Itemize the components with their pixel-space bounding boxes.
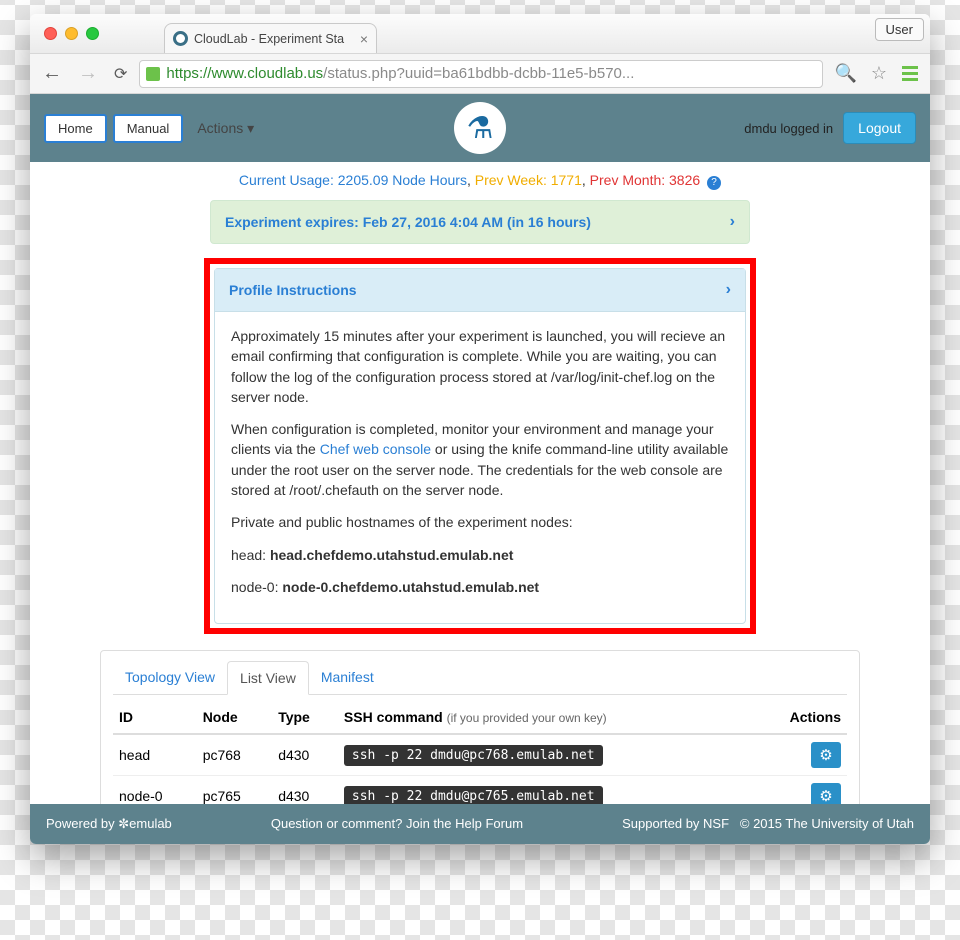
window-controls <box>44 27 99 40</box>
actions-dropdown[interactable]: Actions ▾ <box>197 120 254 137</box>
back-icon[interactable]: ← <box>38 62 66 85</box>
url-host: ://www.cloudlab.us <box>199 65 323 82</box>
flask-icon: ⚗ <box>467 111 494 146</box>
close-icon[interactable] <box>44 27 57 40</box>
user-button[interactable]: User <box>875 18 924 41</box>
search-icon[interactable]: 🔍 <box>831 63 859 84</box>
tab-manifest[interactable]: Manifest <box>309 661 386 694</box>
app-logo[interactable]: ⚗ <box>454 102 506 154</box>
browser-toolbar: ← → ⟳ https ://www.cloudlab.us /status.p… <box>30 54 930 94</box>
node-list-pane: Topology View List View Manifest ID Node… <box>100 650 860 804</box>
instructions-head-host: head: head.chefdemo.utahstud.emulab.net <box>231 545 729 565</box>
view-tabs: Topology View List View Manifest <box>113 661 847 695</box>
footer-support: Supported by NSF © 2015 The University o… <box>622 816 914 832</box>
browser-tab[interactable]: CloudLab - Experiment Sta × <box>164 23 377 53</box>
gear-icon[interactable]: ⚙ <box>811 742 841 768</box>
ssh-command[interactable]: ssh -p 22 dmdu@pc765.emulab.net <box>344 786 603 804</box>
chef-console-link[interactable]: Chef web console <box>320 441 431 457</box>
col-actions: Actions <box>752 701 847 734</box>
table-row: node-0 pc765 d430 ssh -p 22 dmdu@pc765.e… <box>113 776 847 804</box>
app-header: Home Manual Actions ▾ ⚗ dmdu logged in L… <box>30 94 930 162</box>
usage-prefix: Current Usage: <box>239 172 338 188</box>
instructions-p2: When configuration is completed, monitor… <box>231 419 729 500</box>
chevron-right-icon: › <box>726 281 731 299</box>
instructions-title: Profile Instructions <box>229 282 357 298</box>
forward-icon: → <box>74 62 102 85</box>
browser-window: CloudLab - Experiment Sta × User ← → ⟳ h… <box>30 14 930 844</box>
logged-in-text: dmdu logged in <box>744 121 833 136</box>
tab-list[interactable]: List View <box>227 661 309 695</box>
col-id: ID <box>113 701 197 734</box>
instructions-p1: Approximately 15 minutes after your expe… <box>231 326 729 407</box>
url-bar[interactable]: https ://www.cloudlab.us /status.php?uui… <box>139 60 823 88</box>
footer-powered[interactable]: Powered by ✼emulab <box>46 816 172 832</box>
minimize-icon[interactable] <box>65 27 78 40</box>
col-type: Type <box>272 701 338 734</box>
highlight-box: Profile Instructions › Approximately 15 … <box>204 258 756 634</box>
zoom-icon[interactable] <box>86 27 99 40</box>
app-footer: Powered by ✼emulab Question or comment? … <box>30 804 930 844</box>
tab-title: CloudLab - Experiment Sta <box>194 32 344 46</box>
menu-icon[interactable] <box>898 66 922 81</box>
reload-icon[interactable]: ⟳ <box>110 64 131 84</box>
instructions-panel: Profile Instructions › Approximately 15 … <box>214 268 746 624</box>
instructions-body: Approximately 15 minutes after your expe… <box>215 312 745 623</box>
lock-icon <box>146 67 160 81</box>
tab-topology[interactable]: Topology View <box>113 661 227 694</box>
home-button[interactable]: Home <box>44 114 107 143</box>
url-scheme: https <box>166 65 199 82</box>
manual-button[interactable]: Manual <box>113 114 184 143</box>
table-row: head pc768 d430 ssh -p 22 dmdu@pc768.emu… <box>113 734 847 776</box>
usage-week: Prev Week: 1771 <box>475 172 582 188</box>
chevron-right-icon: › <box>730 213 735 231</box>
usage-month: Prev Month: 3826 <box>590 172 701 188</box>
usage-hours[interactable]: 2205.09 Node Hours <box>338 172 467 188</box>
titlebar: CloudLab - Experiment Sta × User <box>30 14 930 54</box>
url-path: /status.php?uuid=ba61bdbb-dcbb-11e5-b570… <box>323 65 634 82</box>
footer-question[interactable]: Question or comment? Join the Help Forum <box>271 816 523 832</box>
expire-text: Experiment expires: Feb 27, 2016 4:04 AM… <box>225 214 591 230</box>
expire-panel[interactable]: Experiment expires: Feb 27, 2016 4:04 AM… <box>210 200 750 244</box>
favicon-icon <box>173 31 188 46</box>
ssh-command[interactable]: ssh -p 22 dmdu@pc768.emulab.net <box>344 745 603 766</box>
usage-summary: Current Usage: 2205.09 Node Hours, Prev … <box>30 168 930 200</box>
node-table: ID Node Type SSH command (if you provide… <box>113 701 847 804</box>
col-node: Node <box>197 701 273 734</box>
col-ssh: SSH command (if you provided your own ke… <box>338 701 752 734</box>
instructions-node0-host: node-0: node-0.chefdemo.utahstud.emulab.… <box>231 577 729 597</box>
star-icon[interactable]: ☆ <box>868 63 890 84</box>
instructions-header[interactable]: Profile Instructions › <box>215 269 745 312</box>
content-area: Current Usage: 2205.09 Node Hours, Prev … <box>30 162 930 804</box>
gear-icon[interactable]: ⚙ <box>811 783 841 804</box>
info-icon[interactable]: ? <box>707 176 721 190</box>
instructions-p3: Private and public hostnames of the expe… <box>231 512 729 532</box>
logout-button[interactable]: Logout <box>843 112 916 144</box>
tab-close-icon[interactable]: × <box>360 31 368 47</box>
